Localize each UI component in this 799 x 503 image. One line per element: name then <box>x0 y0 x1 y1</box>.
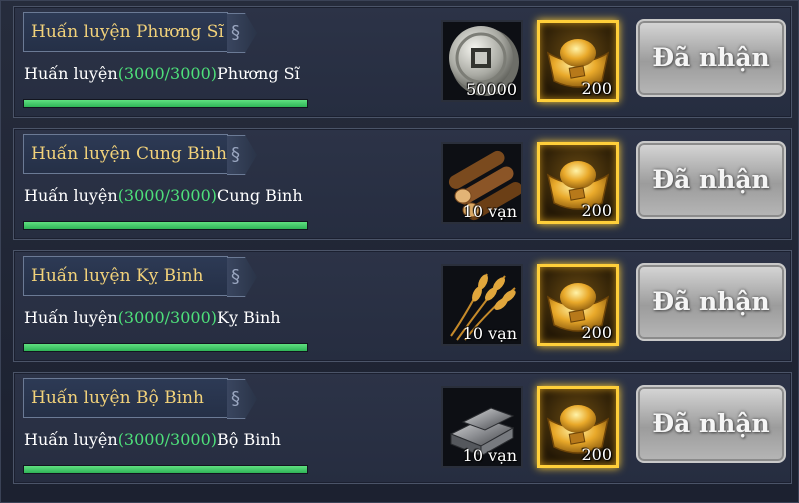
reward-item-highlighted[interactable]: 200 <box>537 386 619 468</box>
task-row: Huấn luyện Phương Sĩ § Huấn luyện(3000/3… <box>13 6 792 118</box>
reward-quantity: 200 <box>581 323 612 342</box>
reward-quantity: 10 vạn <box>462 446 517 465</box>
reward-item[interactable]: 10 vạn <box>441 142 523 224</box>
reward-item[interactable]: 50000 <box>441 20 523 102</box>
task-title: Huấn luyện Kỵ Binh <box>31 266 204 286</box>
task-panel: Huấn luyện Phương Sĩ § Huấn luyện(3000/3… <box>0 0 799 503</box>
scroll-ornament-icon: § <box>227 135 257 175</box>
progress-fill <box>24 466 307 473</box>
reward-quantity: 200 <box>581 79 612 98</box>
task-title-tab: Huấn luyện Phương Sĩ § <box>23 12 257 53</box>
task-count: (3000/3000) <box>117 430 217 449</box>
claimed-button[interactable]: Đã nhận <box>636 263 786 341</box>
reward-item-highlighted[interactable]: 200 <box>537 142 619 224</box>
task-description: Huấn luyện(3000/3000)Phương Sĩ <box>24 64 300 83</box>
task-count: (3000/3000) <box>117 308 217 327</box>
progress-fill <box>24 344 307 351</box>
progress-bar <box>23 221 308 230</box>
reward-quantity: 10 vạn <box>462 324 517 343</box>
task-description: Huấn luyện(3000/3000)Cung Binh <box>24 186 303 205</box>
reward-quantity: 50000 <box>466 80 517 99</box>
task-row: Huấn luyện Bộ Binh § Huấn luyện(3000/300… <box>13 372 792 484</box>
claimed-button[interactable]: Đã nhận <box>636 385 786 463</box>
task-description: Huấn luyện(3000/3000)Kỵ Binh <box>24 308 281 327</box>
claimed-button-label: Đã nhận <box>652 43 770 72</box>
reward-item[interactable]: 10 vạn <box>441 264 523 346</box>
progress-bar <box>23 465 308 474</box>
task-row: Huấn luyện Cung Binh § Huấn luyện(3000/3… <box>13 128 792 240</box>
claimed-button-label: Đã nhận <box>652 287 770 316</box>
claimed-button[interactable]: Đã nhận <box>636 19 786 97</box>
claimed-button-label: Đã nhận <box>652 165 770 194</box>
scroll-ornament-icon: § <box>227 13 257 53</box>
task-title: Huấn luyện Cung Binh <box>31 144 227 164</box>
progress-bar <box>23 343 308 352</box>
task-count: (3000/3000) <box>117 64 217 83</box>
claimed-button-label: Đã nhận <box>652 409 770 438</box>
task-title-tab: Huấn luyện Bộ Binh § <box>23 378 257 419</box>
reward-item[interactable]: 10 vạn <box>441 386 523 468</box>
reward-item-highlighted[interactable]: 200 <box>537 20 619 102</box>
reward-quantity: 200 <box>581 201 612 220</box>
claimed-button[interactable]: Đã nhận <box>636 141 786 219</box>
reward-item-highlighted[interactable]: 200 <box>537 264 619 346</box>
task-title-tab: Huấn luyện Cung Binh § <box>23 134 257 175</box>
task-title-tab: Huấn luyện Kỵ Binh § <box>23 256 257 297</box>
task-row: Huấn luyện Kỵ Binh § Huấn luyện(3000/300… <box>13 250 792 362</box>
progress-fill <box>24 222 307 229</box>
reward-quantity: 200 <box>581 445 612 464</box>
task-title: Huấn luyện Bộ Binh <box>31 388 204 408</box>
task-title: Huấn luyện Phương Sĩ <box>31 22 224 42</box>
task-count: (3000/3000) <box>117 186 217 205</box>
progress-bar <box>23 99 308 108</box>
scroll-ornament-icon: § <box>227 379 257 419</box>
reward-quantity: 10 vạn <box>462 202 517 221</box>
progress-fill <box>24 100 307 107</box>
task-description: Huấn luyện(3000/3000)Bộ Binh <box>24 430 281 449</box>
scroll-ornament-icon: § <box>227 257 257 297</box>
